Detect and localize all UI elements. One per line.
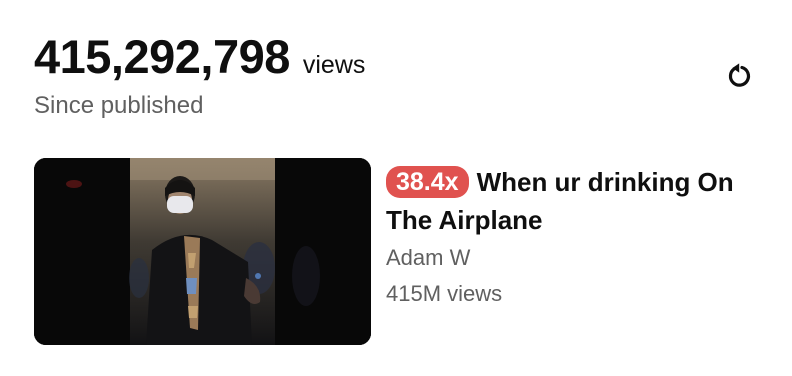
channel-name[interactable]: Adam W [386, 243, 758, 273]
video-title-line[interactable]: 38.4x When ur drinking On The Airplane [386, 163, 758, 239]
views-unit-label: views [302, 51, 366, 79]
thumbnail-image [34, 158, 371, 345]
views-stats: 415,292,798 views Since published [34, 30, 365, 120]
views-line: 415,292,798 views [34, 30, 365, 84]
refresh-button[interactable] [722, 58, 756, 92]
video-info: 38.4x When ur drinking On The Airplane Ad… [386, 163, 758, 309]
video-thumbnail[interactable] [34, 158, 371, 345]
video-view-count: 415M views [386, 281, 503, 306]
multiplier-badge: 38.4x [386, 166, 469, 198]
refresh-icon [728, 63, 751, 87]
video-card[interactable]: 38.4x When ur drinking On The Airplane Ad… [34, 158, 758, 348]
total-views-count: 415,292,798 [34, 30, 290, 83]
since-published-label: Since published [34, 92, 204, 119]
